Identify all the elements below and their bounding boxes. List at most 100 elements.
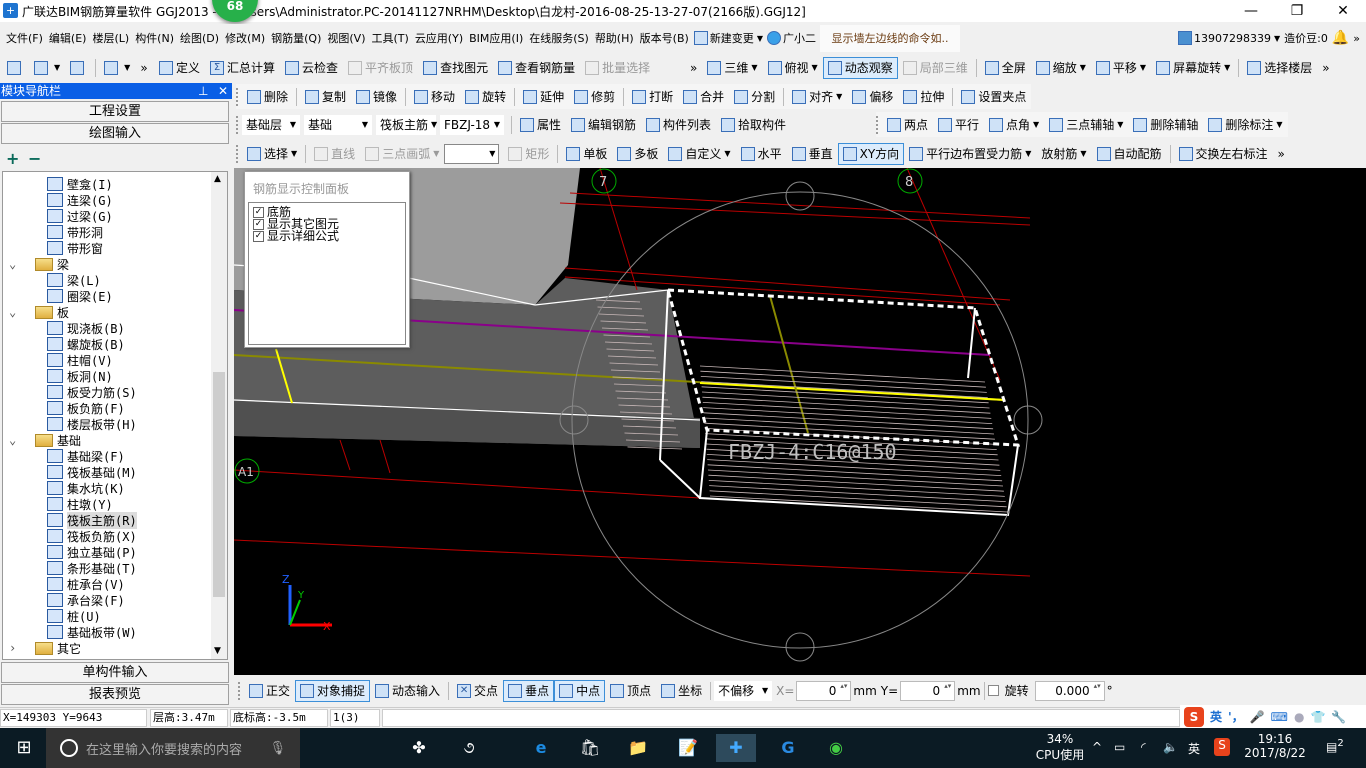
sogou-tray-icon[interactable]: S [1214, 738, 1230, 756]
chevron-right-icon[interactable]: › [9, 641, 23, 655]
pan-hand-button[interactable]: 平移 ▼ [1091, 57, 1151, 79]
toolbar-grip[interactable] [236, 115, 239, 134]
two-point-axis-button[interactable]: 两点 [882, 114, 933, 136]
tree-item[interactable]: 独立基础(P) [47, 544, 137, 560]
parallel-axis-button[interactable]: 平行 [933, 114, 984, 136]
tree-item[interactable]: 梁(L) [47, 272, 101, 288]
more-button[interactable]: 放射筋 ▼ [1036, 143, 1091, 165]
beans-label[interactable]: 造价豆:0 [1282, 27, 1330, 49]
xy-direction-button[interactable]: XY方向 [837, 142, 905, 165]
menu-item[interactable]: 钢筋量(Q) [268, 30, 324, 46]
taskbar-search[interactable]: 在这里输入你要搜索的内容 🎙 [46, 728, 300, 768]
arc-button[interactable]: 三点画弧 ▼ [360, 143, 444, 165]
menu-item[interactable]: 修改(M) [222, 30, 268, 46]
minimize-button[interactable]: — [1228, 0, 1274, 22]
category-select[interactable]: 基础 ▼ [304, 114, 372, 135]
component-select[interactable]: FBZJ-18 ▼ [440, 114, 504, 135]
grip-point-button[interactable]: 设置夹点 [956, 86, 1031, 108]
tree-item[interactable]: 柱墩(Y) [47, 496, 113, 512]
trim-button[interactable]: 修剪 [569, 86, 620, 108]
single-input-button[interactable]: 单构件输入 [1, 662, 229, 683]
menu-item[interactable]: 云应用(Y) [412, 30, 466, 46]
battery-icon[interactable]: ▭ [1114, 740, 1125, 754]
chevron-up-icon[interactable]: ^ [1092, 740, 1102, 754]
parallel-edge-rebar-button[interactable]: 平行边布置受力筋 ▼ [904, 143, 1036, 165]
component-list-button[interactable]: 构件列表 [641, 114, 716, 136]
orbit-button[interactable]: 动态观察 [822, 56, 898, 79]
toolbar-grip[interactable] [236, 87, 239, 106]
tree-item[interactable]: 板洞(N) [47, 368, 113, 384]
offset-select[interactable]: 不偏移 ▼ [714, 680, 773, 701]
microphone-icon[interactable]: 🎤 [1250, 710, 1265, 724]
bell-icon[interactable]: 🔔 [1330, 27, 1351, 49]
notification-center-icon[interactable]: ▤2 [1326, 738, 1344, 754]
tree-item[interactable]: 筏板负筋(X) [47, 528, 137, 544]
single-slab-button[interactable]: 单板 [561, 143, 612, 165]
point-angle-button[interactable]: 点角 ▼ [984, 114, 1044, 136]
tree-item[interactable]: 集水坑(K) [47, 480, 125, 496]
define-button[interactable]: 定义 [154, 57, 205, 79]
multi-slab-button[interactable]: 多板 [612, 143, 663, 165]
delete-button[interactable]: 删除 [242, 86, 293, 108]
edge-browser-icon[interactable]: e [527, 734, 555, 762]
undo-button[interactable]: ▼ [99, 57, 135, 79]
clock[interactable]: 19:16 2017/8/22 [1240, 732, 1310, 760]
notepad-app-icon[interactable]: 📝 [674, 734, 702, 762]
mirror-button[interactable]: 镜像 [351, 86, 402, 108]
delete-axis-button[interactable]: 删除辅轴 [1128, 114, 1203, 136]
tree-item[interactable]: 圈梁(E) [47, 288, 113, 304]
delete-dimension-button[interactable]: 删除标注 ▼ [1203, 114, 1287, 136]
file-explorer-icon[interactable]: 📁 [624, 734, 652, 762]
expand-all-icon[interactable]: + [6, 149, 19, 168]
split-button[interactable]: 分割 [729, 86, 780, 108]
cpu-usage[interactable]: 34% CPU使用 [1030, 732, 1090, 763]
punctuation-toggle[interactable]: '， [1228, 708, 1244, 725]
tree-item[interactable]: 柱帽(V) [47, 352, 113, 368]
align-top-button[interactable]: 平齐板顶 [343, 57, 418, 79]
batch-select-button[interactable]: 批量选择 [580, 57, 655, 79]
windows-start-icon[interactable]: ⊞ [10, 734, 38, 762]
vertex-button[interactable]: 顶点 [605, 680, 656, 702]
skin-icon[interactable]: 👕 [1310, 710, 1325, 724]
tree-item[interactable]: 筏板基础(M) [47, 464, 137, 480]
line-button[interactable]: 直线 [309, 143, 360, 165]
select-floor-button[interactable]: 选择楼层 [1242, 57, 1317, 79]
chevron-down-icon[interactable]: ⌄ [9, 257, 23, 271]
binoculars-button[interactable]: 查找图元 [418, 57, 493, 79]
checkbox[interactable]: ✓ [253, 230, 264, 242]
menu-item[interactable]: 绘图(D) [177, 30, 222, 46]
toolbar-grip[interactable] [238, 681, 241, 700]
three-point-axis-button[interactable]: 三点辅轴 ▼ [1044, 114, 1128, 136]
store-icon[interactable]: 🛍 [576, 734, 604, 762]
chevron-down-icon[interactable]: ⌄ [9, 433, 23, 447]
scroll-down-icon[interactable]: ▼ [214, 646, 221, 656]
coordinate-button[interactable]: 坐标 [656, 680, 707, 702]
tree-item[interactable]: 条形基础(T) [47, 560, 137, 576]
tree-folder[interactable]: ⌄ 梁 [9, 256, 69, 272]
tree-item[interactable]: 板受力筋(S) [47, 384, 137, 400]
stretch-button[interactable]: 拉伸 [898, 86, 949, 108]
volume-icon[interactable]: 🔈 [1163, 740, 1178, 754]
save-button[interactable] [65, 57, 92, 79]
move-button[interactable]: 移动 [409, 86, 460, 108]
menu-item[interactable]: 版本号(B) [637, 30, 692, 46]
auto-rebar-button[interactable]: 自动配筋 [1092, 143, 1167, 165]
tree-item[interactable]: 承台梁(F) [47, 592, 125, 608]
cube-3d-button[interactable]: 三维 ▼ [702, 57, 762, 79]
rotate-checkbox[interactable] [987, 685, 999, 696]
tree-folder[interactable]: ⌄ 基础 [9, 432, 81, 448]
break-button[interactable]: 打断 [627, 86, 678, 108]
sogou-logo-icon[interactable]: S [1184, 706, 1204, 727]
scrollbar-thumb[interactable] [213, 372, 225, 597]
midpoint-button[interactable]: 中点 [554, 679, 606, 702]
user-icon[interactable]: ● [1294, 710, 1304, 724]
intersection-button[interactable]: ✕ 交点 [452, 680, 503, 702]
rotate-button[interactable]: 旋转 [460, 86, 511, 108]
tree-scrollbar[interactable]: ▲ ▼ [211, 172, 227, 659]
app-spiral-icon[interactable]: ૭ [455, 734, 483, 762]
open-folder-button[interactable]: ▼ [29, 57, 65, 79]
wrench-icon[interactable]: 🔧 [1331, 710, 1346, 724]
top-view-button[interactable]: 俯视 ▼ [763, 57, 823, 79]
keyboard-icon[interactable]: ⌨ [1271, 710, 1288, 724]
floor-select[interactable]: 基础层 ▼ [242, 114, 300, 135]
